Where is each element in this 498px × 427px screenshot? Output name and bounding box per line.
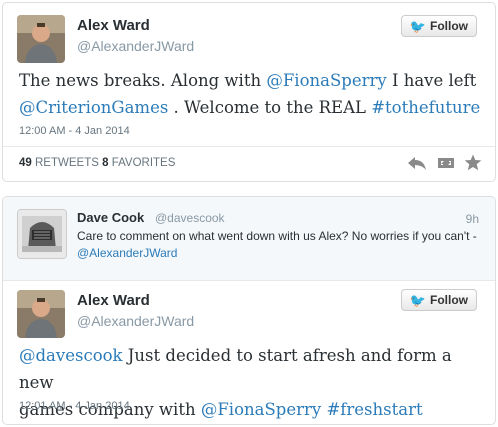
avatar[interactable] [17,290,65,338]
hashtag-link[interactable]: #tothefuture [371,98,480,117]
author-handle[interactable]: @AlexanderJWard [77,313,194,329]
author-name[interactable]: Alex Ward [77,17,150,34]
tweet-card: Alex Ward @AlexanderJWard 🐦 Follow The n… [2,2,496,182]
avatar[interactable] [17,209,67,259]
reply-author-name[interactable]: Dave Cook [77,210,144,225]
reply-text-body: Care to comment on what went down with u… [77,229,477,243]
hashtag-link[interactable]: #freshstart [326,400,422,419]
retweets-count[interactable]: 49 [19,157,32,169]
mention-link[interactable]: @FionaSperry [266,71,386,90]
follow-label: Follow [430,19,468,33]
tweet-text-part: I have left [386,71,477,90]
retweets-label[interactable]: RETWEETS [35,157,99,169]
avatar[interactable] [17,15,65,63]
reply-author-handle[interactable]: @davescook [155,211,225,225]
follow-label: Follow [430,293,468,307]
mention-link[interactable]: @davescook [19,346,123,365]
twitter-bird-icon: 🐦 [409,292,426,308]
mention-link[interactable]: @AlexanderJWard [77,246,177,260]
follow-button[interactable]: 🐦 Follow [400,289,477,311]
favorite-icon[interactable] [464,154,482,174]
author-name[interactable]: Alex Ward [77,292,150,309]
divider [3,280,495,281]
reply-icon[interactable] [407,155,427,174]
follow-button[interactable]: 🐦 Follow [400,15,477,37]
tweet-card: Dave Cook @davescook 9h Care to comment … [2,196,496,425]
retweet-icon[interactable] [435,155,457,174]
reply-time[interactable]: 9h [466,212,479,226]
tweet-text-part: . Welcome to the REAL [168,98,372,117]
twitter-bird-icon: 🐦 [409,18,426,34]
divider [3,146,495,147]
tweet-text-part: The news breaks. Along with [19,71,267,90]
favorites-label[interactable]: FAVORITES [112,157,176,169]
mention-link[interactable]: @FionaSperry [201,400,321,419]
in-reply-to-tweet[interactable]: Dave Cook @davescook 9h Care to comment … [3,197,495,280]
mention-link[interactable]: @CriterionGames [19,98,168,117]
tweet-timestamp[interactable]: 12:00 AM - 4 Jan 2014 [19,125,130,137]
favorites-count[interactable]: 8 [102,157,108,169]
tweet-text: The news breaks. Along with @FionaSperry… [19,67,489,121]
reply-text: Care to comment on what went down with u… [77,228,487,262]
tweet-timestamp[interactable]: 12:01 AM - 4 Jan 2014 [19,400,130,412]
tweet-stats: 49 RETWEETS 8 FAVORITES [19,157,175,169]
author-handle[interactable]: @AlexanderJWard [77,38,194,54]
